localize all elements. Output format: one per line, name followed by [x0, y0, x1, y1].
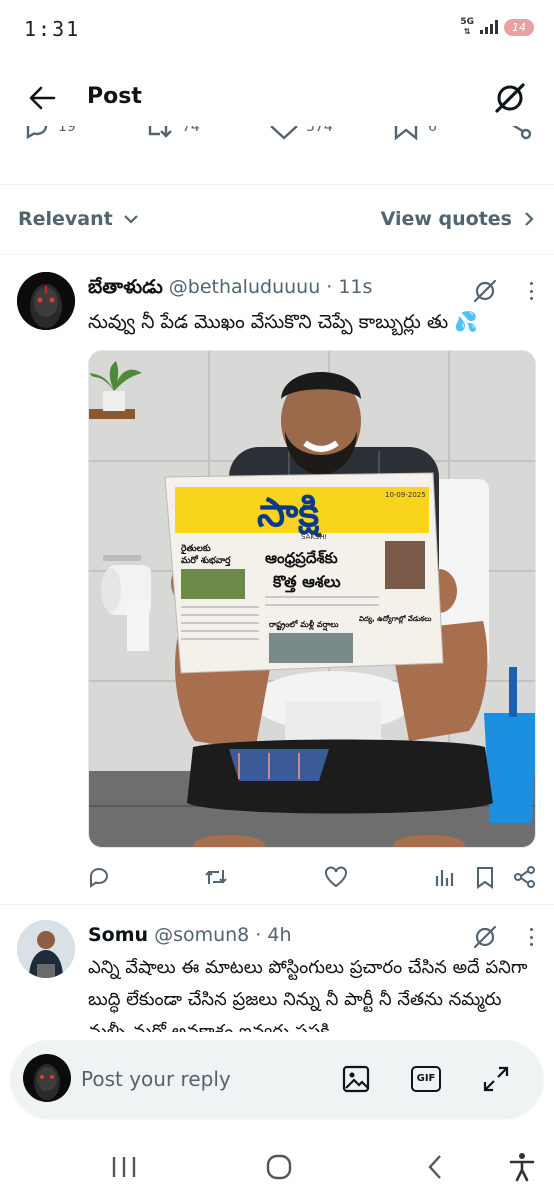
image-icon[interactable]: [339, 1062, 373, 1096]
newspaper-headline-1: ఆంధ్రప్రదేశ్‌కు: [265, 549, 338, 568]
user-handle[interactable]: @bethaluduuuu: [169, 276, 320, 298]
repost-icon[interactable]: [203, 864, 229, 890]
newspaper-masthead-en: SAKSHI: [301, 533, 327, 541]
avatar[interactable]: [23, 1054, 71, 1102]
newspaper-masthead: సాక్షి: [257, 490, 322, 538]
reply-composer: GIF: [11, 1040, 543, 1118]
newspaper-bottom-right: విద్య, ఉద్యోగాల్లో వేడుకలు: [359, 614, 432, 624]
tweet-header: బేతాళుడు @bethaluduuuu · 11s: [88, 276, 372, 303]
newspaper-headline-2: కొత్త ఆశలు: [272, 572, 341, 593]
heart-icon[interactable]: [323, 864, 349, 890]
tweet-text: ఎన్ని వేషాలు ఈ మాటలు పోస్టింగులు ప్రచారం…: [88, 957, 528, 1032]
newspaper-date: 10-09-2025: [385, 491, 426, 499]
timestamp: · 11s: [326, 276, 373, 298]
reply-tweet[interactable]: బేతాళుడు @bethaluduuuu · 11s నువ్వు నీ ప…: [0, 0, 554, 900]
gif-button[interactable]: GIF: [409, 1062, 443, 1096]
reply-input[interactable]: [81, 1062, 301, 1096]
tweet-image[interactable]: సాక్షి SAKSHI 10-09-2025 ఆంధ్రప్రదేశ్‌కు…: [88, 350, 536, 848]
avatar[interactable]: [17, 272, 75, 330]
display-name[interactable]: బేతాళుడు: [88, 276, 163, 303]
avatar[interactable]: [17, 920, 75, 978]
share-icon[interactable]: [512, 864, 538, 890]
bookmark-icon[interactable]: [472, 864, 498, 890]
timestamp: · 4h: [255, 924, 292, 946]
more-options-icon[interactable]: [528, 928, 534, 946]
tweet-action-bar: [0, 864, 554, 892]
back-nav-icon[interactable]: [418, 1150, 452, 1184]
home-icon[interactable]: [262, 1150, 296, 1184]
accessibility-icon[interactable]: [505, 1150, 539, 1184]
grok-icon[interactable]: [472, 278, 498, 304]
reply-icon[interactable]: [86, 864, 112, 890]
system-nav-bar: [0, 1130, 554, 1200]
user-handle[interactable]: @somun8: [154, 924, 249, 946]
expand-icon[interactable]: [479, 1062, 513, 1096]
recent-apps-icon[interactable]: [107, 1150, 141, 1184]
gif-icon: GIF: [411, 1066, 441, 1092]
newspaper-side-head-2: మరో శుభవార్త: [181, 555, 231, 567]
tweet-text: నువ్వు నీ పేడ మొఖం వేసుకొని చెప్పే కాబ్బ…: [88, 311, 478, 333]
divider: [0, 904, 554, 905]
tweet-header: Somu @somun8 · 4h: [88, 924, 292, 946]
grok-icon[interactable]: [472, 924, 498, 950]
display-name[interactable]: Somu: [88, 924, 148, 946]
more-options-icon[interactable]: [528, 282, 534, 300]
newspaper-side-head-1: రైతులకు: [181, 544, 211, 555]
views-icon[interactable]: [432, 864, 458, 890]
